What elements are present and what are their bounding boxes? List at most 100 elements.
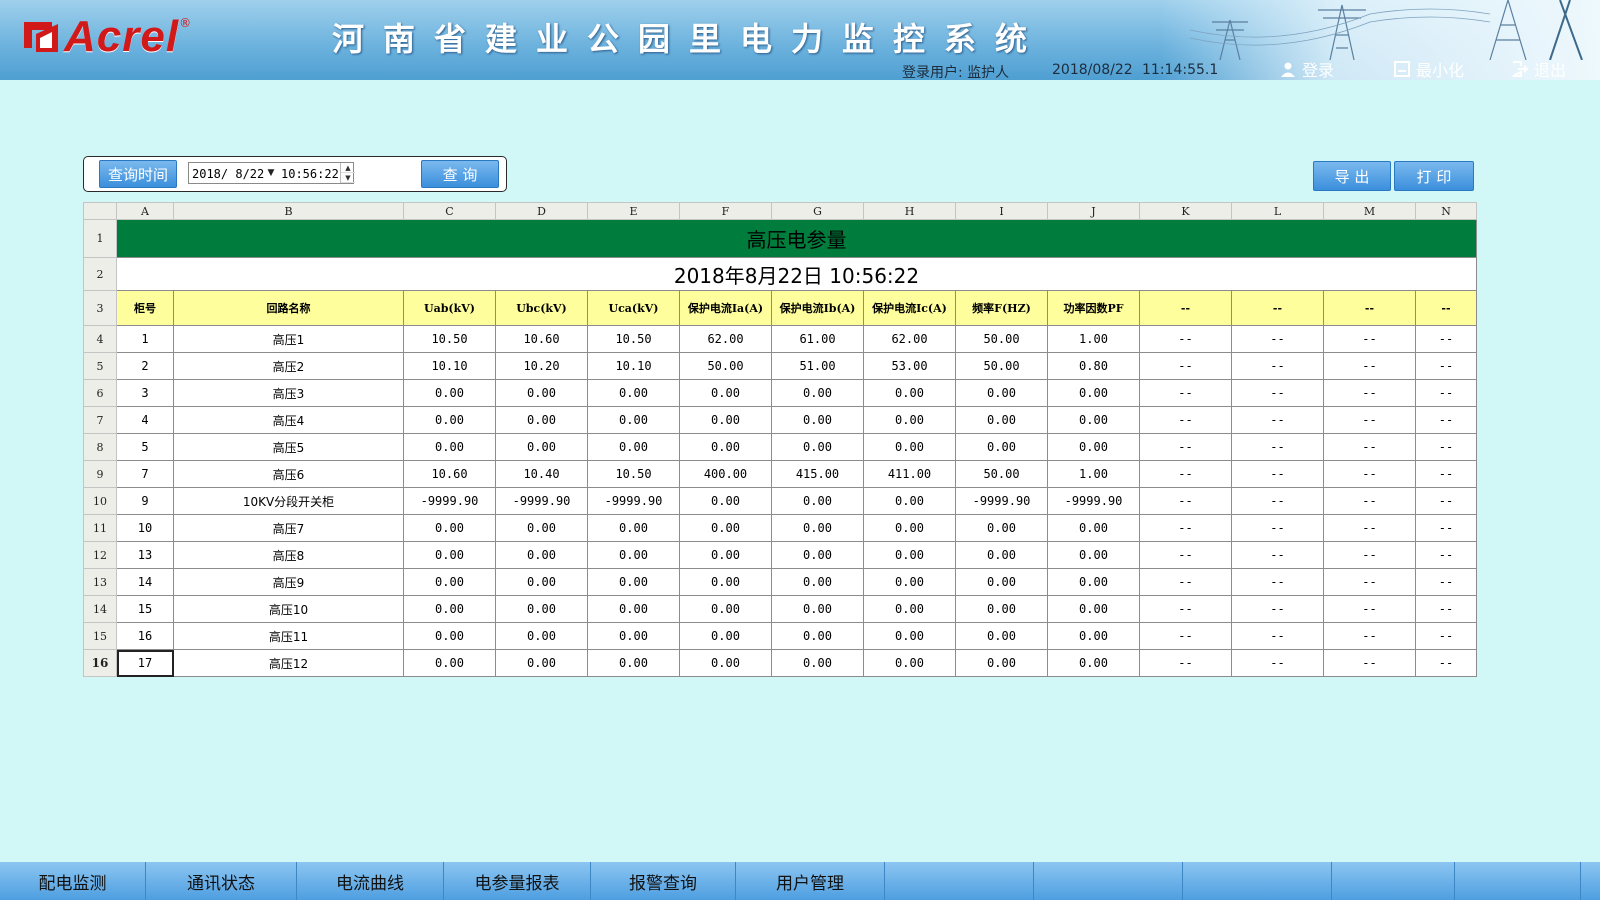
table-cell[interactable]: 0.00 xyxy=(403,568,496,596)
table-cell[interactable]: 0.00 xyxy=(495,568,588,596)
table-cell[interactable]: 10.60 xyxy=(403,460,496,488)
table-cell[interactable]: -- xyxy=(1231,379,1324,407)
table-cell[interactable]: -9999.90 xyxy=(1047,487,1140,515)
table-cell[interactable]: -9999.90 xyxy=(403,487,496,515)
table-cell[interactable]: -- xyxy=(1323,514,1416,542)
table-cell[interactable]: 0.00 xyxy=(771,649,864,677)
table-cell[interactable]: 0.00 xyxy=(679,649,772,677)
table-cell[interactable]: -- xyxy=(1231,622,1324,650)
table-cell[interactable]: 0.00 xyxy=(955,622,1048,650)
table-cell[interactable]: -- xyxy=(1139,595,1232,623)
table-cell[interactable]: -- xyxy=(1231,487,1324,515)
table-cell[interactable]: 高压5 xyxy=(173,433,404,461)
table-column-header[interactable]: -- xyxy=(1323,290,1416,326)
table-cell[interactable]: 0.00 xyxy=(771,433,864,461)
table-column-header[interactable]: Uca(kV) xyxy=(587,290,680,326)
table-cell[interactable]: 0.00 xyxy=(587,379,680,407)
column-header[interactable]: M xyxy=(1323,202,1416,220)
row-header[interactable]: 10 xyxy=(83,487,117,515)
table-cell[interactable]: 0.00 xyxy=(863,379,956,407)
table-cell[interactable]: 3 xyxy=(116,379,174,407)
spin-down-icon[interactable]: ▼ xyxy=(341,173,355,183)
table-cell[interactable]: 0.00 xyxy=(1047,541,1140,569)
table-cell[interactable]: 0.00 xyxy=(587,433,680,461)
row-header[interactable]: 2 xyxy=(83,257,117,291)
export-button[interactable]: 导 出 xyxy=(1313,161,1391,191)
table-cell[interactable]: 0.00 xyxy=(403,433,496,461)
table-cell[interactable]: -- xyxy=(1415,622,1477,650)
table-cell[interactable]: 16 xyxy=(116,622,174,650)
table-cell[interactable]: 0.00 xyxy=(1047,568,1140,596)
table-cell[interactable]: 0.00 xyxy=(863,622,956,650)
print-button[interactable]: 打 印 xyxy=(1394,161,1474,191)
table-cell[interactable]: 10.50 xyxy=(403,325,496,353)
table-cell[interactable]: 50.00 xyxy=(955,325,1048,353)
table-cell[interactable]: -- xyxy=(1323,568,1416,596)
row-header[interactable]: 1 xyxy=(83,219,117,258)
table-cell[interactable]: -- xyxy=(1231,352,1324,380)
table-cell[interactable]: 0.00 xyxy=(771,487,864,515)
table-cell[interactable]: 0.00 xyxy=(771,406,864,434)
table-column-header[interactable]: 功率因数PF xyxy=(1047,290,1140,326)
table-cell[interactable]: 高压12 xyxy=(173,649,404,677)
table-cell[interactable]: 10 xyxy=(116,514,174,542)
table-cell[interactable]: 0.00 xyxy=(495,595,588,623)
table-cell[interactable]: 0.00 xyxy=(587,622,680,650)
table-cell[interactable]: -- xyxy=(1231,595,1324,623)
table-cell[interactable]: -- xyxy=(1415,514,1477,542)
table-cell[interactable]: 400.00 xyxy=(679,460,772,488)
table-cell[interactable]: -- xyxy=(1231,649,1324,677)
table-cell[interactable]: 0.00 xyxy=(1047,595,1140,623)
table-cell[interactable]: 0.00 xyxy=(587,406,680,434)
column-header[interactable]: F xyxy=(679,202,772,220)
nav-item[interactable]: 用户管理 xyxy=(736,862,885,900)
table-column-header[interactable]: 柜号 xyxy=(116,290,174,326)
table-cell[interactable]: 10.10 xyxy=(403,352,496,380)
table-cell[interactable]: 2 xyxy=(116,352,174,380)
table-cell[interactable]: -- xyxy=(1323,352,1416,380)
table-cell[interactable]: 0.00 xyxy=(403,514,496,542)
time-spinner[interactable]: ▲ ▼ xyxy=(340,163,355,183)
column-header[interactable]: D xyxy=(495,202,588,220)
table-cell[interactable]: 0.00 xyxy=(495,379,588,407)
nav-item[interactable] xyxy=(1034,862,1183,900)
table-cell[interactable]: -- xyxy=(1139,487,1232,515)
table-cell[interactable]: 0.00 xyxy=(955,514,1048,542)
table-cell[interactable]: 0.00 xyxy=(679,406,772,434)
column-header[interactable]: J xyxy=(1047,202,1140,220)
table-cell[interactable]: 0.00 xyxy=(495,541,588,569)
table-cell[interactable]: 0.00 xyxy=(1047,649,1140,677)
table-cell[interactable]: -- xyxy=(1415,568,1477,596)
table-cell[interactable]: 1 xyxy=(116,325,174,353)
nav-item[interactable] xyxy=(1455,862,1581,900)
table-cell[interactable]: -9999.90 xyxy=(587,487,680,515)
table-cell[interactable]: 0.00 xyxy=(1047,622,1140,650)
table-cell[interactable]: -- xyxy=(1231,433,1324,461)
chevron-down-icon[interactable]: ▼ xyxy=(264,163,278,183)
table-cell[interactable]: 0.00 xyxy=(863,433,956,461)
table-cell[interactable]: -- xyxy=(1139,541,1232,569)
table-cell[interactable]: 0.00 xyxy=(863,541,956,569)
table-cell[interactable]: 50.00 xyxy=(679,352,772,380)
table-cell[interactable]: -- xyxy=(1139,460,1232,488)
table-cell[interactable]: 51.00 xyxy=(771,352,864,380)
sheet-corner[interactable] xyxy=(83,202,117,220)
table-cell[interactable]: -- xyxy=(1323,622,1416,650)
column-header[interactable]: I xyxy=(955,202,1048,220)
column-header[interactable]: C xyxy=(403,202,496,220)
table-cell[interactable]: 10.20 xyxy=(495,352,588,380)
row-header[interactable]: 16 xyxy=(83,649,117,677)
table-cell[interactable]: -- xyxy=(1139,433,1232,461)
table-cell[interactable]: -- xyxy=(1139,352,1232,380)
row-header[interactable]: 15 xyxy=(83,622,117,650)
nav-item[interactable]: 配电监测 xyxy=(0,862,146,900)
table-cell[interactable]: 0.00 xyxy=(679,487,772,515)
table-cell[interactable]: 0.00 xyxy=(863,568,956,596)
table-cell[interactable]: 0.00 xyxy=(679,379,772,407)
table-cell[interactable]: -- xyxy=(1139,379,1232,407)
table-column-header[interactable]: 频率F(HZ) xyxy=(955,290,1048,326)
table-cell[interactable]: 61.00 xyxy=(771,325,864,353)
table-cell[interactable]: 0.00 xyxy=(1047,433,1140,461)
table-cell[interactable]: 0.00 xyxy=(495,433,588,461)
table-cell[interactable]: 0.00 xyxy=(1047,379,1140,407)
